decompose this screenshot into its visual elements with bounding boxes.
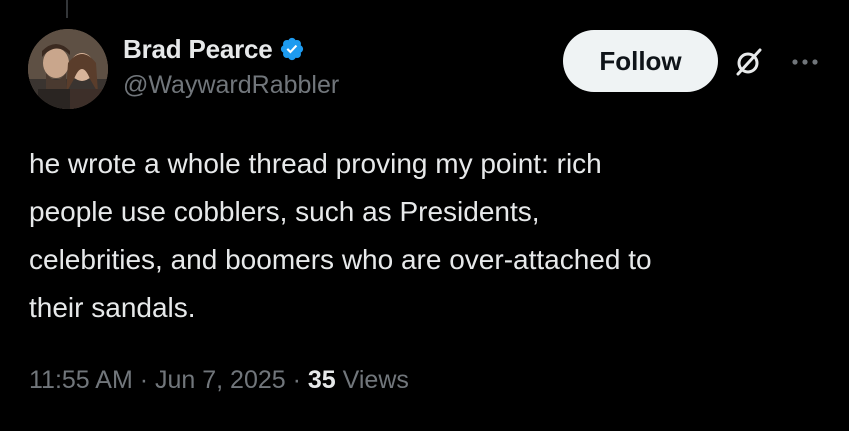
tweet-time: 11:55 AM bbox=[29, 366, 133, 394]
user-handle[interactable]: @WaywardRabbler bbox=[123, 71, 339, 100]
tweet-text-line: their sandals. bbox=[29, 292, 196, 323]
avatar[interactable] bbox=[28, 29, 108, 109]
views-label: Views bbox=[335, 366, 409, 394]
meta-separator: · bbox=[132, 366, 155, 394]
follow-button[interactable]: Follow bbox=[563, 30, 718, 92]
name-row: Brad Pearce bbox=[123, 32, 339, 66]
meta-separator: · bbox=[285, 366, 308, 394]
timestamp-link[interactable]: 11:55 AM · Jun 7, 2025 bbox=[29, 366, 286, 394]
profile-photo-icon bbox=[28, 29, 108, 109]
grok-icon[interactable] bbox=[733, 46, 765, 78]
verified-badge-icon[interactable] bbox=[279, 36, 305, 62]
tweet-date: Jun 7, 2025 bbox=[155, 366, 286, 394]
tweet-text-line: people use cobblers, such as Presidents, bbox=[29, 196, 540, 227]
thread-connector-line bbox=[66, 0, 68, 18]
views-count: 35 bbox=[307, 366, 336, 394]
more-options-icon[interactable] bbox=[789, 52, 821, 72]
tweet-text-line: he wrote a whole thread proving my point… bbox=[29, 148, 602, 179]
tweet-metadata: 11:55 AM · Jun 7, 2025 · 35 Views bbox=[29, 366, 409, 395]
tweet-text: he wrote a whole thread proving my point… bbox=[29, 140, 829, 332]
display-name[interactable]: Brad Pearce bbox=[123, 34, 273, 65]
author-block: Brad Pearce @WaywardRabbler bbox=[123, 32, 339, 100]
tweet-text-line: celebrities, and boomers who are over-at… bbox=[29, 244, 652, 275]
